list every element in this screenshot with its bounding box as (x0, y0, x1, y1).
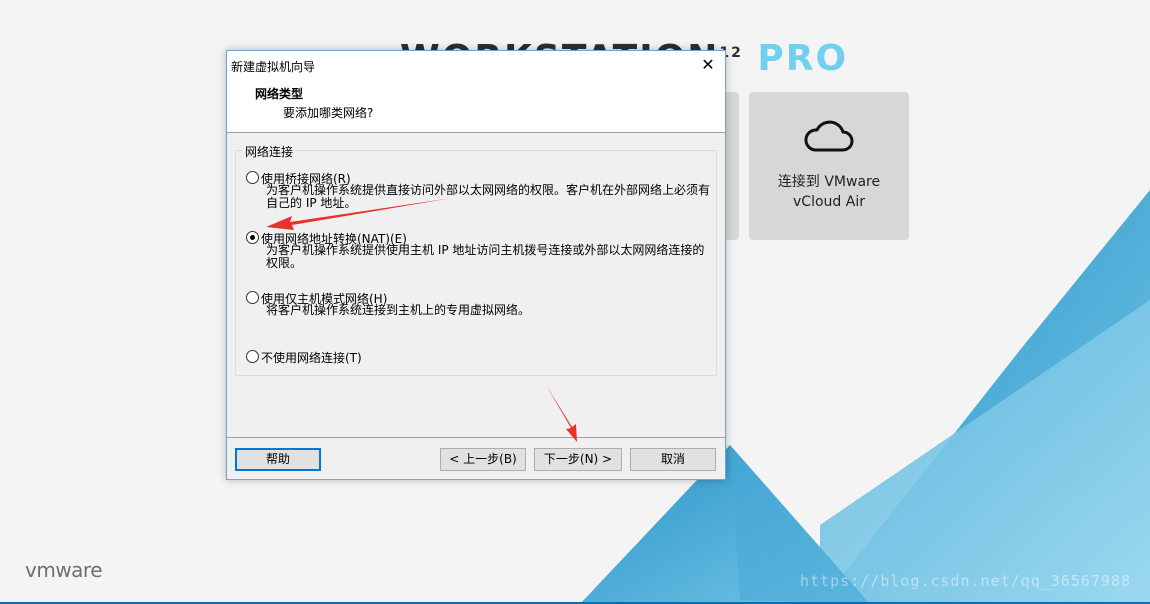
option-host-only[interactable]: 使用仅主机模式网络(H) 将客户机操作系统连接到主机上的专用虚拟网络。 (246, 290, 706, 320)
dialog-titlebar[interactable]: 新建虚拟机向导 ✕ (227, 51, 725, 80)
option-no-network-label[interactable]: 不使用网络连接(T) (261, 349, 362, 366)
watermark: https://blog.csdn.net/qq_36567988 (800, 572, 1132, 590)
dialog-title: 新建虚拟机向导 (231, 60, 316, 74)
help-button[interactable]: 帮助 (235, 448, 321, 471)
option-bridged[interactable]: 使用桥接网络(R) 为客户机操作系统提供直接访问外部以太网网络的权限。客户机在外… (246, 170, 710, 214)
option-no-network[interactable]: 不使用网络连接(T) (246, 349, 706, 365)
footer-separator (227, 437, 725, 438)
group-label: 网络连接 (242, 143, 297, 160)
option-bridged-desc: 为客户机操作系统提供直接访问外部以太网网络的权限。客户机在外部网络上必须有自己的… (266, 183, 711, 210)
option-nat-desc: 为客户机操作系统提供使用主机 IP 地址访问主机拨号连接或外部以太网网络连接的权… (266, 243, 705, 270)
network-connection-group: 网络连接 使用桥接网络(R) 为客户机操作系统提供直接访问外部以太网网络的权限。… (235, 143, 717, 376)
radio-host-only[interactable] (246, 291, 259, 304)
radio-no-network[interactable] (246, 350, 259, 363)
wizard-step-subtitle: 要添加哪类网络? (283, 106, 374, 120)
wizard-header: 网络类型 要添加哪类网络? (227, 80, 725, 133)
radio-nat[interactable] (246, 231, 259, 244)
option-nat[interactable]: 使用网络地址转换(NAT)(E) 为客户机操作系统提供使用主机 IP 地址访问主… (246, 230, 706, 274)
vcloud-air-label: 连接到 VMware vCloud Air (777, 174, 881, 210)
new-vm-wizard-dialog: 新建虚拟机向导 ✕ 网络类型 要添加哪类网络? 网络连接 使用桥接网络(R) 为… (226, 50, 726, 480)
wizard-step-title: 网络类型 (255, 87, 304, 101)
vcloud-air-tile[interactable]: 连接到 VMware vCloud Air (749, 92, 909, 240)
cloud-icon (804, 120, 854, 152)
cancel-button[interactable]: 取消 (630, 448, 716, 471)
radio-bridged[interactable] (246, 171, 259, 184)
vmware-logo: vmware (25, 558, 103, 582)
back-button[interactable]: < 上一步(B) (440, 448, 526, 471)
close-icon[interactable]: ✕ (695, 53, 721, 77)
option-host-only-desc: 将客户机操作系统连接到主机上的专用虚拟网络。 (266, 303, 531, 317)
next-button[interactable]: 下一步(N) > (534, 448, 622, 471)
